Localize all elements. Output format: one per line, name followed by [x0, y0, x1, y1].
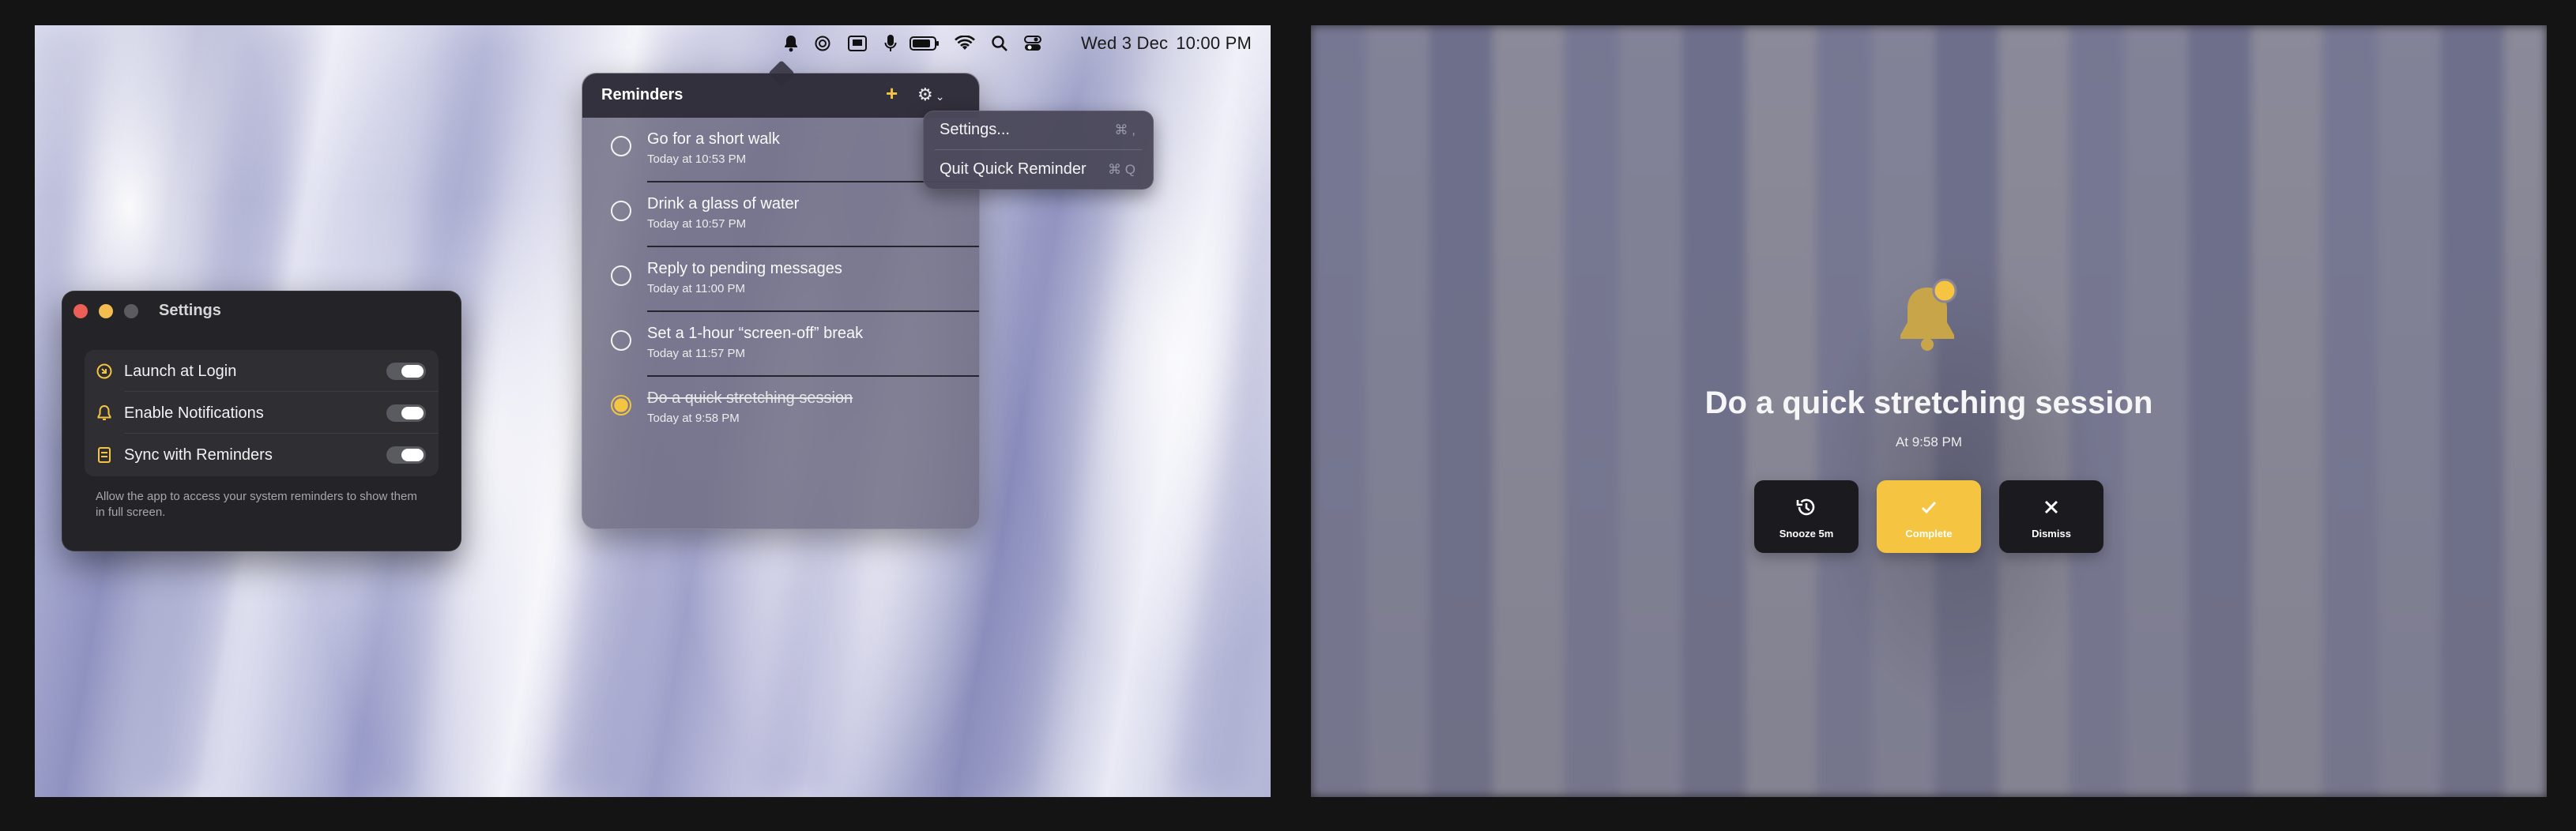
reminder-time: Today at 11:00 PM [647, 282, 745, 295]
setting-row-launch-at-login: Launch at Login [85, 350, 439, 392]
battery-icon[interactable] [907, 32, 942, 55]
settings-help-text: Allow the app to access your system remi… [96, 490, 417, 519]
reminder-time: Today at 11:57 PM [647, 347, 745, 360]
menu-divider [935, 149, 1142, 150]
window-title: Settings [159, 302, 221, 319]
reminder-item[interactable]: Go for a short walk Today at 10:53 PM [582, 118, 979, 182]
reminder-item[interactable]: Set a 1-hour “screen-off” break Today at… [582, 312, 979, 377]
toggle-enable-notifications[interactable] [386, 404, 426, 422]
menu-time: 10:00 PM [1176, 33, 1252, 53]
list-icon [96, 446, 113, 464]
reminder-time: Today at 9:58 PM [647, 412, 740, 425]
setting-label: Enable Notifications [124, 404, 264, 422]
popover-title: Reminders [601, 86, 684, 103]
minimize-window-button[interactable] [99, 304, 113, 318]
menu-item-quit[interactable]: Quit Quick Reminder [940, 160, 1087, 179]
reminder-checkbox-checked[interactable] [611, 395, 631, 416]
add-reminder-button[interactable]: + [886, 81, 898, 106]
alert-title: Do a quick stretching session [1704, 385, 2153, 420]
fullscreen-reminder-screenshot: Do a quick stretching session At 9:58 PM… [1311, 25, 2547, 797]
gear-dropdown-menu: Settings... ⌘ , Quit Quick Reminder ⌘ Q [923, 111, 1154, 190]
dismiss-button[interactable]: Dismiss [1999, 480, 2103, 553]
reminder-checkbox[interactable] [611, 201, 631, 221]
popover-header: Reminders + ⚙ ⌄ [582, 73, 979, 118]
control-center-icon[interactable] [1021, 32, 1045, 55]
bell-icon[interactable] [778, 32, 804, 55]
reminder-checkbox[interactable] [611, 136, 631, 156]
zoom-window-button[interactable] [124, 304, 138, 318]
toggle-sync-with-reminders[interactable] [386, 446, 426, 464]
reminder-checkbox[interactable] [611, 265, 631, 286]
dismiss-label: Dismiss [2032, 528, 2071, 540]
reminder-item[interactable]: Reply to pending messages Today at 11:00… [582, 247, 979, 312]
reminders-popover: Reminders + ⚙ ⌄ Go for a short walk Today… [582, 73, 980, 529]
settings-group: Launch at Login Enable Notifications Syn… [85, 350, 439, 476]
settings-window: Settings Launch at Login Enable Notifica… [62, 291, 461, 551]
setting-row-enable-notifications: Enable Notifications [85, 392, 439, 434]
gear-menu-button[interactable]: ⚙ ⌄ [917, 85, 944, 105]
reminder-time: Today at 10:53 PM [647, 152, 747, 166]
wifi-icon[interactable] [951, 32, 978, 55]
setting-label: Sync with Reminders [124, 446, 273, 464]
menu-bar: Wed 3 Dec 10:00 PM [35, 25, 1271, 62]
menu-item-settings[interactable]: Settings... [940, 121, 1010, 139]
bell-icon [1894, 276, 1965, 355]
complete-label: Complete [1905, 528, 1953, 540]
microphone-icon[interactable] [879, 32, 902, 55]
checkmark-icon [1877, 496, 1981, 524]
shortcut-settings: ⌘ , [1114, 122, 1135, 137]
snooze-label: Snooze 5m [1779, 528, 1834, 540]
shortcut-quit: ⌘ Q [1108, 162, 1135, 177]
desktop-screenshot: Wed 3 Dec 10:00 PM Reminders + ⚙ ⌄ Go for … [35, 25, 1271, 797]
reminder-title: Do a quick stretching session [647, 389, 853, 407]
keyboard-icon[interactable] [844, 32, 871, 55]
chatgpt-icon[interactable] [809, 32, 836, 55]
gear-icon: ⚙ [917, 85, 933, 104]
reminder-list: Go for a short walk Today at 10:53 PM Dr… [582, 118, 979, 442]
bell-icon [96, 404, 113, 422]
reminder-time: Today at 10:57 PM [647, 217, 747, 231]
history-icon [1754, 496, 1859, 524]
reminder-item-completed[interactable]: Do a quick stretching session Today at 9… [582, 377, 979, 442]
setting-label: Launch at Login [124, 363, 237, 380]
chevron-down-icon: ⌄ [935, 90, 945, 103]
reminder-checkbox[interactable] [611, 330, 631, 351]
reminder-title: Reply to pending messages [647, 260, 842, 277]
alert-time: At 9:58 PM [1895, 434, 1963, 449]
reminder-title: Drink a glass of water [647, 195, 800, 212]
search-icon[interactable] [988, 32, 1011, 55]
reminder-title: Go for a short walk [647, 130, 780, 148]
toggle-launch-at-login[interactable] [386, 363, 426, 380]
setting-row-sync-with-reminders: Sync with Reminders [85, 434, 439, 476]
menu-date: Wed 3 Dec [1080, 33, 1169, 53]
snooze-button[interactable]: Snooze 5m [1754, 480, 1859, 553]
complete-button[interactable]: Complete [1877, 480, 1981, 553]
close-window-button[interactable] [73, 304, 88, 318]
login-icon [96, 363, 113, 380]
menu-clock[interactable]: Wed 3 Dec 10:00 PM [1073, 33, 1252, 54]
reminder-title: Set a 1-hour “screen-off” break [647, 325, 864, 342]
reminder-item[interactable]: Drink a glass of water Today at 10:57 PM [582, 182, 979, 247]
close-icon [1999, 496, 2103, 524]
